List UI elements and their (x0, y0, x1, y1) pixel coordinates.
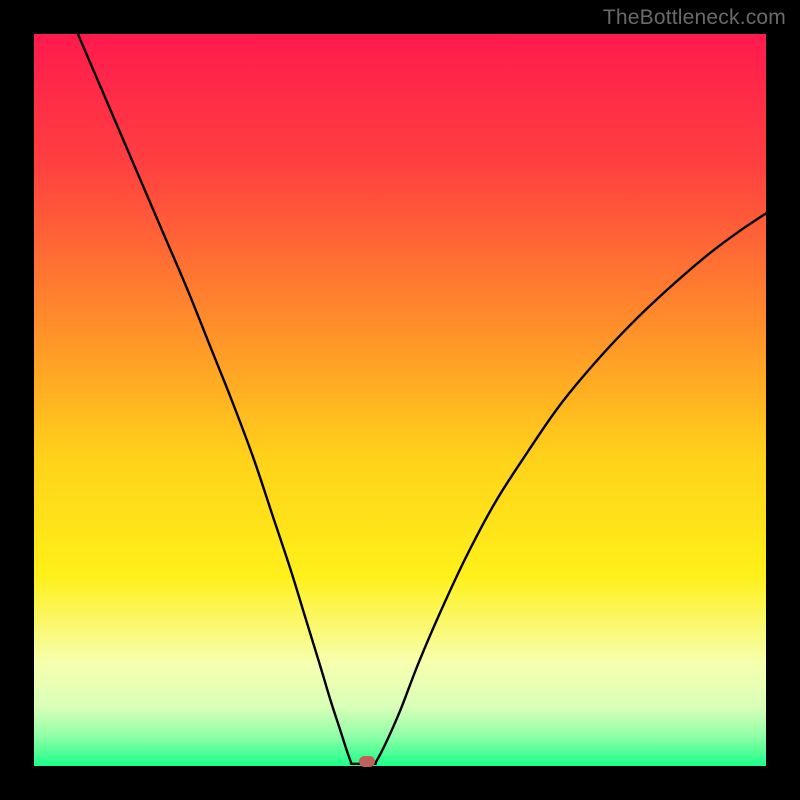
valley-marker (359, 756, 375, 766)
outer-frame: TheBottleneck.com (0, 0, 800, 800)
bottleneck-curve (34, 34, 766, 766)
watermark-text: TheBottleneck.com (603, 6, 786, 30)
curve-path (78, 34, 766, 764)
